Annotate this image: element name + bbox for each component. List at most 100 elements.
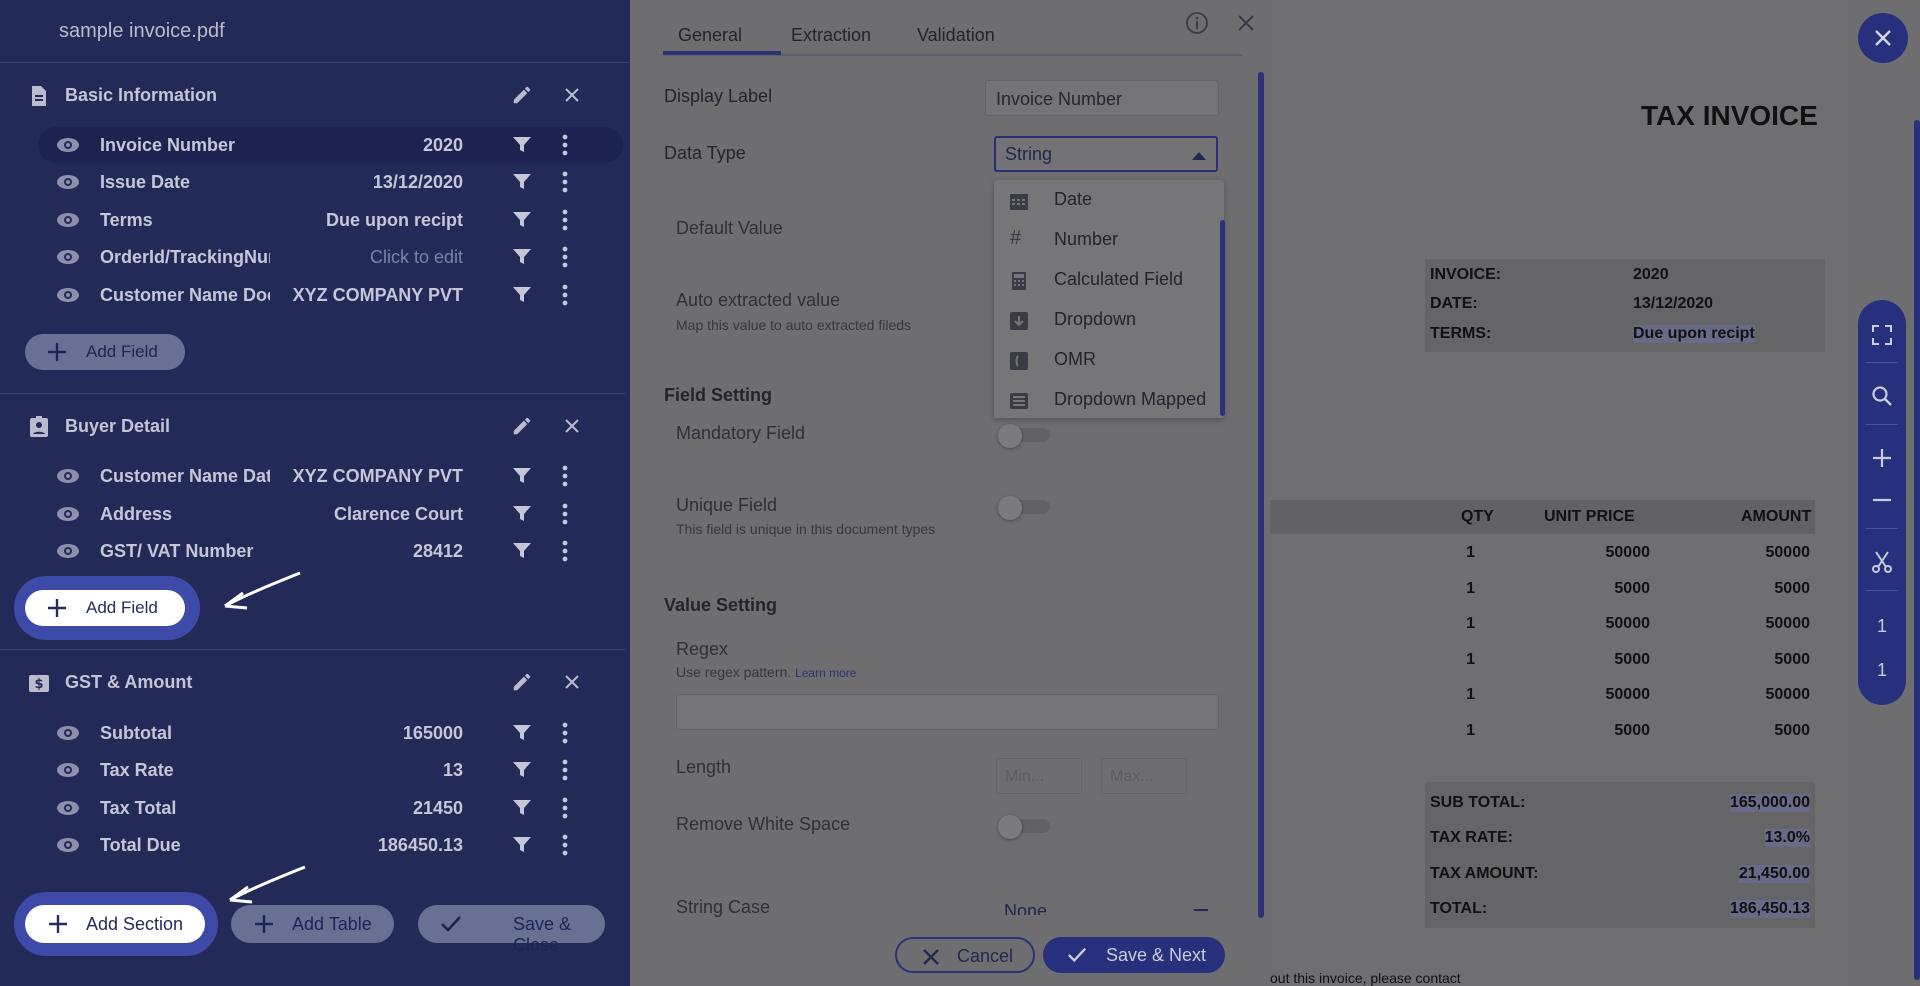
- filter-icon[interactable]: [512, 211, 532, 229]
- more-options-icon[interactable]: [562, 540, 568, 562]
- string-case-select[interactable]: None: [996, 899, 1218, 915]
- edit-icon[interactable]: [511, 415, 533, 437]
- cell-unit-price[interactable]: 5000: [1550, 580, 1650, 598]
- unique-field-toggle[interactable]: [998, 496, 1050, 520]
- filter-icon[interactable]: [512, 761, 532, 779]
- cell-qty[interactable]: 1: [1455, 651, 1475, 669]
- field-row[interactable]: Address Clarence Court: [38, 496, 623, 532]
- cell-qty[interactable]: 1: [1455, 722, 1475, 740]
- eye-icon[interactable]: [56, 211, 80, 229]
- save-close-button[interactable]: Save & Close: [418, 905, 605, 955]
- field-row[interactable]: Subtotal 165000: [38, 715, 623, 751]
- fullscreen-icon[interactable]: [1870, 323, 1894, 347]
- field-row[interactable]: Customer Name Data XYZ COMPANY PVT: [38, 458, 623, 494]
- field-value[interactable]: 13/12/2020: [273, 172, 463, 193]
- close-icon[interactable]: [562, 85, 582, 105]
- more-options-icon[interactable]: [562, 246, 568, 268]
- cancel-button[interactable]: Cancel: [895, 937, 1035, 973]
- remove-white-space-toggle[interactable]: [998, 815, 1050, 839]
- more-options-icon[interactable]: [562, 834, 568, 856]
- field-value[interactable]: 13: [273, 760, 463, 781]
- cell-qty[interactable]: 1: [1455, 544, 1475, 562]
- more-options-icon[interactable]: [562, 759, 568, 781]
- field-value[interactable]: XYZ COMPANY PVT: [273, 466, 463, 487]
- eye-icon[interactable]: [56, 173, 80, 191]
- field-row[interactable]: Issue Date 13/12/2020: [38, 164, 623, 200]
- add-field-button[interactable]: Add Field: [25, 334, 185, 370]
- dropdown-option-omr[interactable]: OMR: [994, 340, 1212, 380]
- cell-unit-price[interactable]: 5000: [1550, 651, 1650, 669]
- info-value[interactable]: 2020: [1633, 266, 1669, 284]
- field-row[interactable]: Tax Total 21450: [38, 790, 623, 826]
- tab-general[interactable]: General: [678, 25, 742, 46]
- eye-icon[interactable]: [56, 761, 80, 779]
- more-options-icon[interactable]: [562, 284, 568, 306]
- more-options-icon[interactable]: [562, 171, 568, 193]
- cell-amount[interactable]: 50000: [1710, 544, 1811, 562]
- field-row[interactable]: OrderId/TrackingNum Click to edit: [38, 239, 623, 275]
- filter-icon[interactable]: [512, 799, 532, 817]
- cell-unit-price[interactable]: 50000: [1550, 686, 1651, 704]
- tab-extraction[interactable]: Extraction: [791, 25, 871, 46]
- dropdown-option-dropdown-mapped[interactable]: Dropdown Mapped: [994, 380, 1212, 420]
- field-value[interactable]: XYZ COMPANY PVT: [273, 285, 463, 306]
- regex-input[interactable]: [676, 694, 1219, 730]
- total-value[interactable]: 186,450.13: [1729, 900, 1810, 918]
- cell-unit-price[interactable]: 50000: [1550, 544, 1651, 562]
- field-value[interactable]: 2020: [273, 135, 463, 156]
- filter-icon[interactable]: [512, 836, 532, 854]
- zoom-in-icon[interactable]: [1870, 446, 1894, 470]
- field-value[interactable]: 186450.13: [273, 835, 463, 856]
- cell-qty[interactable]: 1: [1455, 686, 1475, 704]
- total-value[interactable]: 21,450.00: [1738, 865, 1810, 883]
- total-value[interactable]: 165,000.00: [1729, 794, 1810, 812]
- edit-icon[interactable]: [511, 84, 533, 106]
- filter-icon[interactable]: [512, 542, 532, 560]
- more-options-icon[interactable]: [562, 209, 568, 231]
- dropdown-option-calculated-field[interactable]: Calculated Field: [994, 260, 1212, 300]
- field-value[interactable]: 28412: [273, 541, 463, 562]
- mandatory-field-toggle[interactable]: [998, 424, 1050, 448]
- field-row[interactable]: Invoice Number 2020: [38, 127, 623, 163]
- eye-icon[interactable]: [56, 542, 80, 560]
- tab-validation[interactable]: Validation: [917, 25, 995, 46]
- eye-icon[interactable]: [56, 467, 80, 485]
- learn-more-link[interactable]: Learn more: [795, 666, 856, 680]
- add-field-button[interactable]: Add Field: [25, 590, 185, 626]
- eye-icon[interactable]: [56, 724, 80, 742]
- dropdown-option-dropdown[interactable]: Dropdown: [994, 300, 1212, 340]
- add-section-button[interactable]: Add Section: [25, 905, 205, 943]
- panel-scrollbar[interactable]: [1258, 72, 1264, 918]
- info-value[interactable]: 13/12/2020: [1633, 295, 1713, 313]
- total-value[interactable]: 13.0%: [1764, 829, 1810, 847]
- more-options-icon[interactable]: [562, 134, 568, 156]
- close-viewer-button[interactable]: [1858, 13, 1908, 63]
- info-icon[interactable]: [1185, 11, 1209, 35]
- cell-qty[interactable]: 1: [1455, 615, 1475, 633]
- close-icon[interactable]: [562, 416, 582, 436]
- current-page-number[interactable]: 1: [1858, 616, 1906, 637]
- eye-icon[interactable]: [56, 286, 80, 304]
- filter-icon[interactable]: [512, 173, 532, 191]
- field-value[interactable]: Due upon recipt: [273, 210, 463, 231]
- info-value[interactable]: Due upon recipt: [1633, 325, 1755, 343]
- display-label-input[interactable]: Invoice Number: [985, 80, 1219, 116]
- length-min-input[interactable]: Min...: [996, 758, 1082, 794]
- cell-unit-price[interactable]: 5000: [1550, 722, 1650, 740]
- filter-icon[interactable]: [512, 505, 532, 523]
- more-options-icon[interactable]: [562, 465, 568, 487]
- dropdown-option-number[interactable]: # Number: [994, 220, 1212, 260]
- data-type-select[interactable]: String: [994, 136, 1218, 172]
- field-row[interactable]: Terms Due upon recipt: [38, 202, 623, 238]
- close-icon[interactable]: [562, 672, 582, 692]
- filter-icon[interactable]: [512, 286, 532, 304]
- length-max-input[interactable]: Max...: [1101, 758, 1187, 794]
- add-table-button[interactable]: Add Table: [231, 905, 394, 943]
- filter-icon[interactable]: [512, 248, 532, 266]
- field-row[interactable]: Total Due 186450.13: [38, 827, 623, 863]
- field-row[interactable]: GST/ VAT Number 28412: [38, 533, 623, 569]
- cell-amount[interactable]: 5000: [1710, 722, 1810, 740]
- save-next-button[interactable]: Save & Next: [1043, 937, 1225, 973]
- field-value-placeholder[interactable]: Click to edit: [273, 247, 463, 268]
- edit-icon[interactable]: [511, 671, 533, 693]
